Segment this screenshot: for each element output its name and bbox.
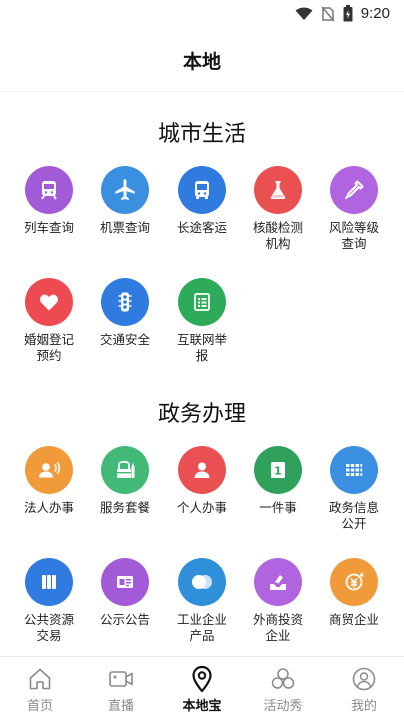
no-sim-icon	[321, 6, 335, 21]
bottom-tab-bar: 首页 直播 本地宝 活动秀 我的	[0, 656, 404, 720]
tile-label: 交通安全	[99, 332, 150, 347]
tile-label: 风险等级 查询	[328, 220, 379, 251]
person-icon	[194, 462, 210, 478]
profile-icon	[352, 667, 376, 691]
tile-label: 长途客运	[176, 220, 227, 235]
service-package-icon	[117, 461, 135, 478]
tile-industrial-products[interactable]: 工业企业 产品	[164, 558, 240, 644]
tab-label: 活动秀	[263, 698, 303, 713]
tile-icon-bg	[25, 166, 73, 214]
tile-label: 公共资源 交易	[23, 612, 74, 643]
tile-label: 一件事	[259, 500, 297, 515]
activity-icon	[271, 668, 295, 689]
traffic-light-icon	[118, 292, 132, 312]
tile-icon-bg	[25, 446, 73, 494]
airplane-icon	[115, 179, 135, 201]
product-icon	[192, 575, 212, 589]
video-icon	[109, 671, 133, 687]
tile-icon-bg	[330, 558, 378, 606]
tab-label: 本地宝	[182, 698, 222, 713]
tile-label: 核酸检测 机构	[252, 220, 303, 251]
bus-icon	[195, 181, 209, 199]
section-title-city-life: 城市生活	[157, 122, 246, 147]
tile-label: 服务套餐	[99, 500, 150, 515]
home-icon	[29, 668, 51, 690]
tile-label: 政务信息 公开	[328, 500, 379, 531]
tile-public-resource-trading[interactable]: 公共资源 交易	[11, 558, 87, 644]
notice-icon	[117, 576, 133, 588]
tab-activity-show[interactable]: 活动秀	[243, 657, 323, 720]
tile-label: 互联网举报	[176, 332, 227, 363]
tile-label: 商贸企业	[328, 612, 379, 627]
tile-trade-enterprise[interactable]: 商贸企业	[316, 558, 392, 628]
train-icon	[41, 181, 57, 200]
tile-label: 工业企业 产品	[176, 612, 227, 643]
legal-person-icon	[39, 462, 61, 478]
ballot-icon	[270, 575, 286, 590]
tab-home[interactable]: 首页	[0, 657, 80, 720]
section-title-government-services: 政务办理	[157, 402, 246, 427]
tile-label: 个人办事	[176, 500, 227, 515]
page-title: 本地	[182, 51, 221, 73]
tile-risk-level-query[interactable]: 风险等级 查询	[316, 166, 392, 252]
tile-one-matter[interactable]: 1 一件事	[240, 446, 316, 516]
tile-label: 外商投资 企业	[252, 612, 303, 643]
tile-icon-bg	[101, 278, 149, 326]
tile-flight-query[interactable]: 机票查询	[87, 166, 163, 236]
tile-icon-bg	[101, 446, 149, 494]
tab-label: 首页	[26, 698, 53, 713]
tile-service-package[interactable]: 服务套餐	[87, 446, 163, 516]
tile-label: 列车查询	[23, 220, 74, 235]
report-icon	[194, 293, 210, 311]
tab-live[interactable]: 直播	[81, 657, 161, 720]
tile-legal-person-affairs[interactable]: 法人办事	[11, 446, 87, 516]
tab-local-guide[interactable]: 本地宝	[162, 657, 242, 720]
pipette-icon	[344, 180, 364, 200]
tile-icon-bg	[254, 558, 302, 606]
tile-icon-bg	[178, 166, 226, 214]
tile-icon-bg	[178, 446, 226, 494]
tile-label: 婚姻登记 预约	[23, 332, 74, 363]
tab-profile[interactable]: 我的	[324, 657, 404, 720]
tile-icon-bg	[254, 166, 302, 214]
tile-icon-bg: 1	[254, 446, 302, 494]
tile-nucleic-test-sites[interactable]: 核酸检测 机构	[240, 166, 316, 252]
columns-icon	[42, 575, 56, 589]
tile-internet-report[interactable]: 互联网举报	[164, 278, 240, 364]
battery-icon	[343, 5, 353, 22]
tile-icon-bg	[101, 166, 149, 214]
tile-public-notice[interactable]: 公示公告	[87, 558, 163, 628]
tile-icon-bg	[330, 446, 378, 494]
status-bar: 9:20	[0, 0, 404, 30]
heart-icon	[40, 294, 58, 311]
tile-coach-transport[interactable]: 长途客运	[164, 166, 240, 236]
tab-label: 直播	[107, 698, 134, 713]
tile-government-info-disclosure[interactable]: 政务信息 公开	[316, 446, 392, 532]
tile-icon-bg	[178, 558, 226, 606]
location-pin-icon	[192, 665, 212, 693]
tile-icon-bg	[101, 558, 149, 606]
tile-foreign-investment[interactable]: 外商投资 企业	[240, 558, 316, 644]
svg-text:1: 1	[274, 465, 282, 478]
tile-icon-bg	[25, 558, 73, 606]
flask-icon	[270, 181, 286, 199]
grid-icon	[346, 464, 363, 476]
tab-label: 我的	[350, 698, 377, 713]
status-time: 9:20	[360, 5, 390, 22]
tile-personal-affairs[interactable]: 个人办事	[164, 446, 240, 516]
wifi-icon	[295, 7, 313, 20]
tile-icon-bg	[25, 278, 73, 326]
tile-icon-bg	[178, 278, 226, 326]
tile-label: 机票查询	[99, 220, 150, 235]
one-matter-icon: 1	[271, 462, 285, 478]
tile-train-query[interactable]: 列车查询	[11, 166, 87, 236]
tile-label: 公示公告	[99, 612, 150, 627]
page-header: 本地	[0, 30, 404, 92]
tile-marriage-registration[interactable]: 婚姻登记 预约	[11, 278, 87, 364]
trade-icon	[345, 572, 364, 591]
tile-label: 法人办事	[23, 500, 74, 515]
tile-traffic-safety[interactable]: 交通安全	[87, 278, 163, 348]
tile-icon-bg	[330, 166, 378, 214]
